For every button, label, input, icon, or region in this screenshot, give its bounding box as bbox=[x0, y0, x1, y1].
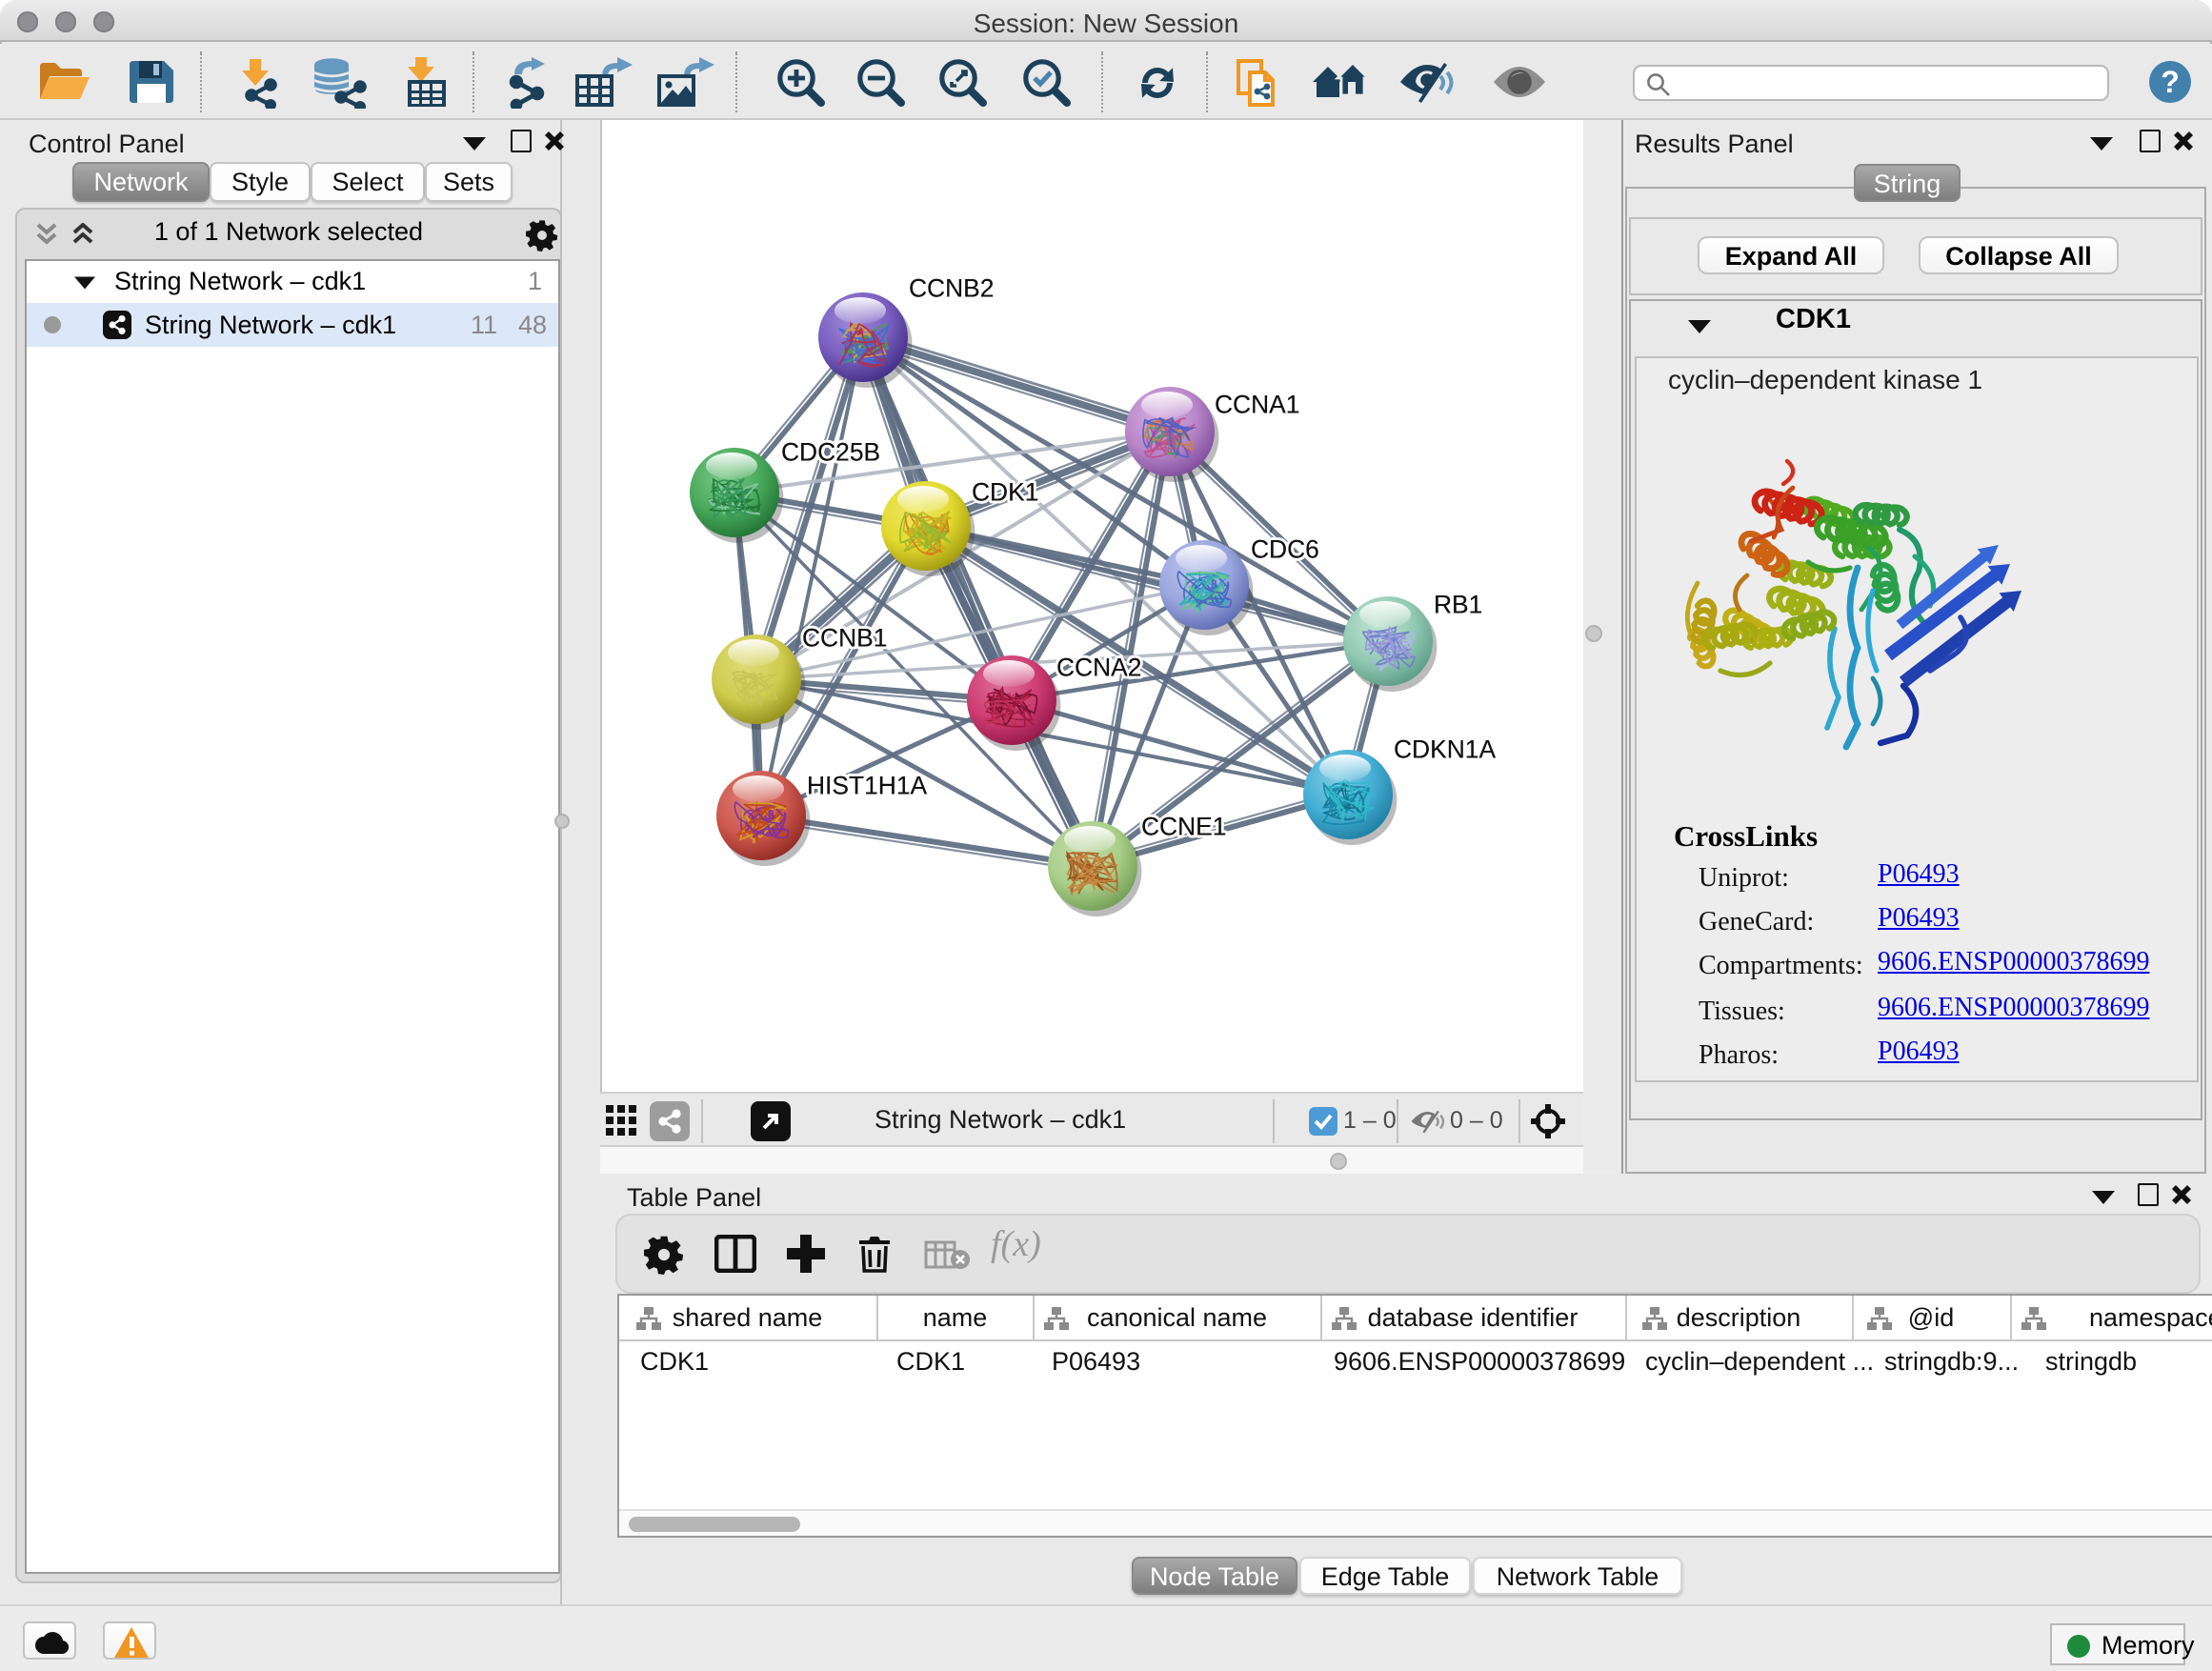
svg-text:CCNB1: CCNB1 bbox=[802, 623, 887, 652]
svg-text:CCNB2: CCNB2 bbox=[909, 273, 994, 302]
svg-text:CDK1: CDK1 bbox=[972, 477, 1038, 506]
svg-text:CCNA1: CCNA1 bbox=[1215, 390, 1299, 418]
svg-text:CDC6: CDC6 bbox=[1251, 534, 1319, 563]
svg-text:CCNE1: CCNE1 bbox=[1141, 812, 1226, 840]
svg-text:CCNA2: CCNA2 bbox=[1056, 653, 1141, 681]
svg-text:CDKN1A: CDKN1A bbox=[1394, 735, 1496, 763]
svg-text:HIST1H1A: HIST1H1A bbox=[807, 771, 928, 799]
svg-text:RB1: RB1 bbox=[1434, 590, 1482, 618]
svg-text:CDC25B: CDC25B bbox=[781, 437, 880, 466]
svg-text:?: ? bbox=[2161, 65, 2180, 99]
